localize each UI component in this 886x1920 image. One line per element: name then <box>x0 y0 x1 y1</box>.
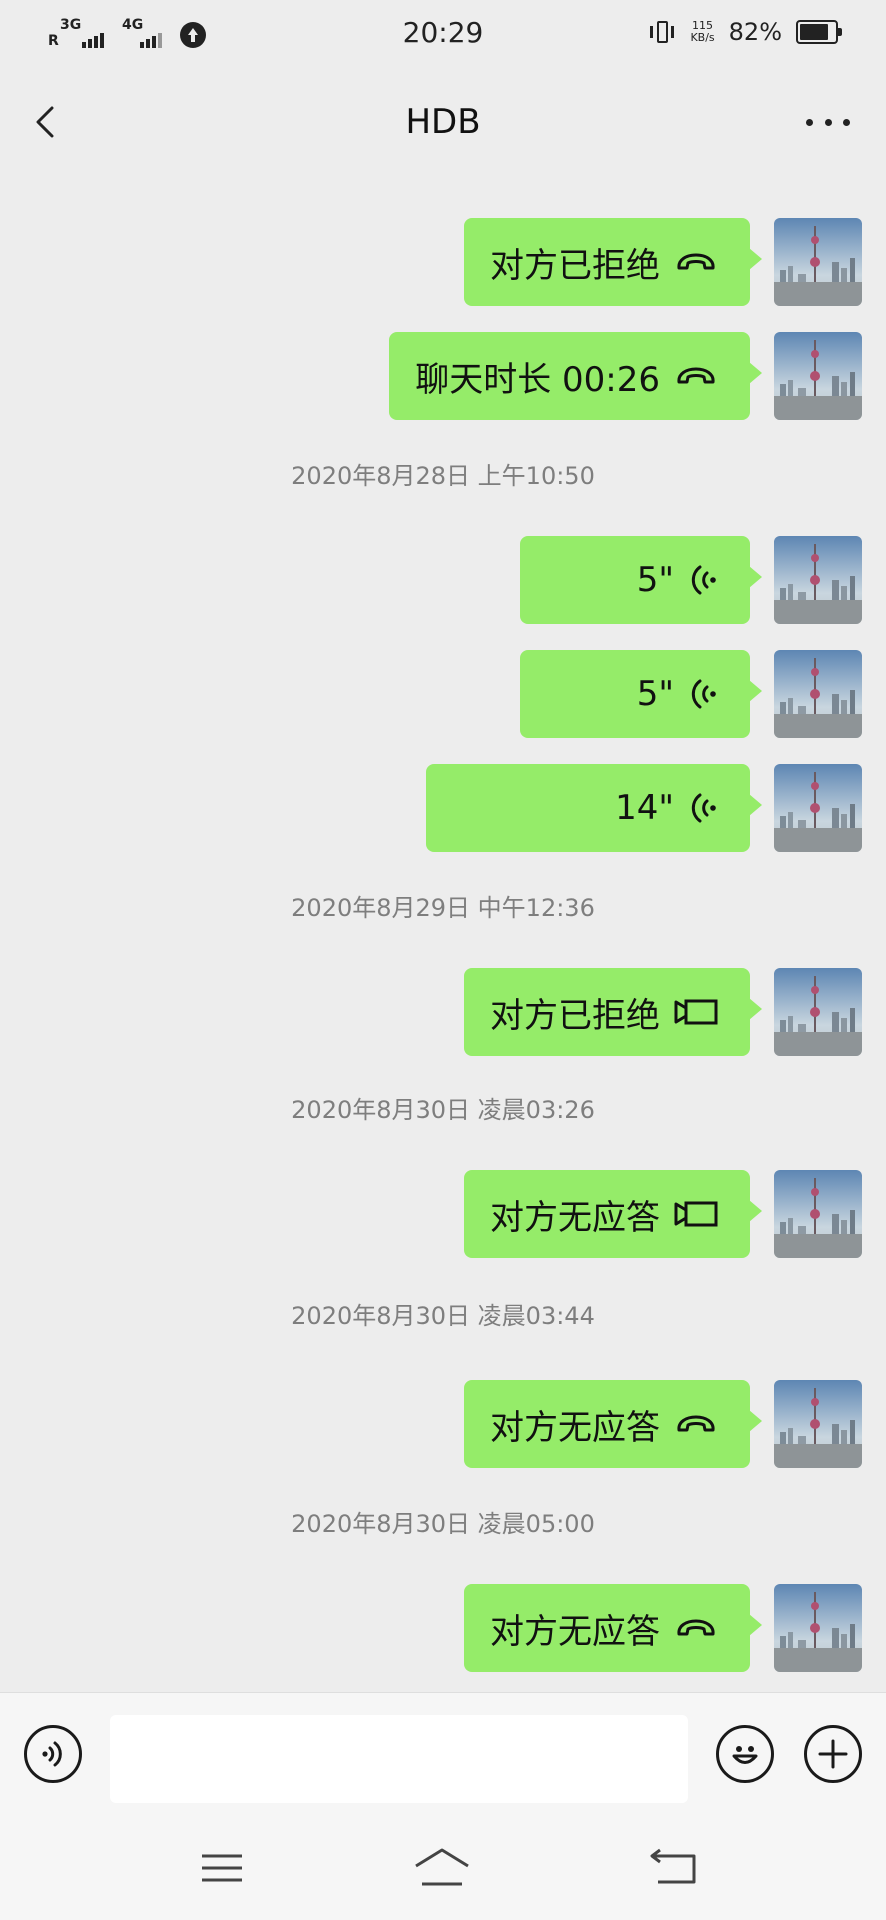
battery-fill <box>800 24 828 40</box>
voice-wave-icon <box>688 563 718 597</box>
timestamp: 2020年8月30日 凌晨05:00 <box>291 1510 595 1538</box>
battery-percent: 82% <box>728 18 782 46</box>
avatar[interactable] <box>774 650 862 738</box>
chat-header: HDB <box>0 70 886 174</box>
vibrate-icon <box>648 18 676 46</box>
avatar[interactable] <box>774 332 862 420</box>
avatar[interactable] <box>774 218 862 306</box>
menu-icon[interactable] <box>192 1846 252 1890</box>
voice-wave-icon <box>688 677 718 711</box>
message-row: 对方无应答 <box>464 1170 862 1258</box>
back-icon[interactable] <box>646 1846 706 1890</box>
video-call-icon <box>674 998 718 1026</box>
message-text: 5" <box>636 560 674 600</box>
phone-hangup-icon <box>674 251 718 273</box>
message-list[interactable]: 对方已拒绝 聊天时长 00:26 2020年8月28日 上午10:50 5" 5" 14"… <box>0 174 886 1692</box>
status-bar: 3G R 4G 20:29 115 KB/s 82% <box>0 0 886 70</box>
avatar[interactable] <box>774 536 862 624</box>
more-icon[interactable] <box>806 114 850 130</box>
phone-hangup-icon <box>674 1617 718 1639</box>
battery-icon <box>796 20 842 44</box>
emoji-button[interactable] <box>716 1725 774 1783</box>
message-row: 聊天时长 00:26 <box>389 332 862 420</box>
message-text: 对方无应答 <box>490 1611 660 1652</box>
timestamp: 2020年8月29日 中午12:36 <box>291 894 595 922</box>
call-message-bubble[interactable]: 对方无应答 <box>464 1380 762 1468</box>
message-input[interactable] <box>110 1715 688 1803</box>
message-row: 5" <box>520 650 862 738</box>
message-text: 对方已拒绝 <box>490 245 660 286</box>
message-text: 对方无应答 <box>490 1197 660 1238</box>
more-functions-button[interactable] <box>804 1725 862 1783</box>
video-message-bubble[interactable]: 对方无应答 <box>464 1170 762 1258</box>
message-row: 14" <box>426 764 862 852</box>
avatar[interactable] <box>774 1584 862 1672</box>
call-message-bubble[interactable]: 对方无应答 <box>464 1584 762 1672</box>
avatar[interactable] <box>774 764 862 852</box>
timestamp: 2020年8月30日 凌晨03:26 <box>291 1096 595 1124</box>
phone-hangup-icon <box>674 1413 718 1435</box>
voice-message-bubble[interactable]: 5" <box>520 536 762 624</box>
message-row: 对方已拒绝 <box>464 218 862 306</box>
timestamp: 2020年8月30日 凌晨03:44 <box>291 1302 595 1330</box>
voice-message-bubble[interactable]: 5" <box>520 650 762 738</box>
speed-unit: KB/s <box>690 31 715 44</box>
phone-hangup-icon <box>674 365 718 387</box>
input-bar <box>0 1692 886 1808</box>
avatar[interactable] <box>774 1170 862 1258</box>
status-right: 115 KB/s 82% <box>648 18 842 46</box>
call-message-bubble[interactable]: 对方已拒绝 <box>464 218 762 306</box>
call-message-bubble[interactable]: 聊天时长 00:26 <box>389 332 762 420</box>
message-text: 14" <box>615 788 674 828</box>
message-row: 对方无应答 <box>464 1380 862 1468</box>
message-row: 对方已拒绝 <box>464 968 862 1056</box>
system-navigation <box>0 1808 886 1920</box>
voice-message-bubble[interactable]: 14" <box>426 764 762 852</box>
message-text: 聊天时长 00:26 <box>415 359 660 400</box>
plus-icon <box>818 1739 848 1769</box>
network-speed: 115 KB/s <box>690 20 714 44</box>
page-title: HDB <box>405 102 481 142</box>
timestamp: 2020年8月28日 上午10:50 <box>291 462 595 490</box>
emoji-icon <box>732 1746 758 1764</box>
video-call-icon <box>674 1200 718 1228</box>
avatar[interactable] <box>774 968 862 1056</box>
message-row: 5" <box>520 536 862 624</box>
message-text: 5" <box>636 674 674 714</box>
message-text: 对方无应答 <box>490 1407 660 1448</box>
video-message-bubble[interactable]: 对方已拒绝 <box>464 968 762 1056</box>
voice-wave-icon <box>688 791 718 825</box>
voice-input-button[interactable] <box>24 1725 82 1783</box>
message-text: 对方已拒绝 <box>490 995 660 1036</box>
avatar[interactable] <box>774 1380 862 1468</box>
message-row: 对方无应答 <box>464 1584 862 1672</box>
home-icon[interactable] <box>412 1846 472 1890</box>
voice-input-icon <box>42 1741 62 1767</box>
